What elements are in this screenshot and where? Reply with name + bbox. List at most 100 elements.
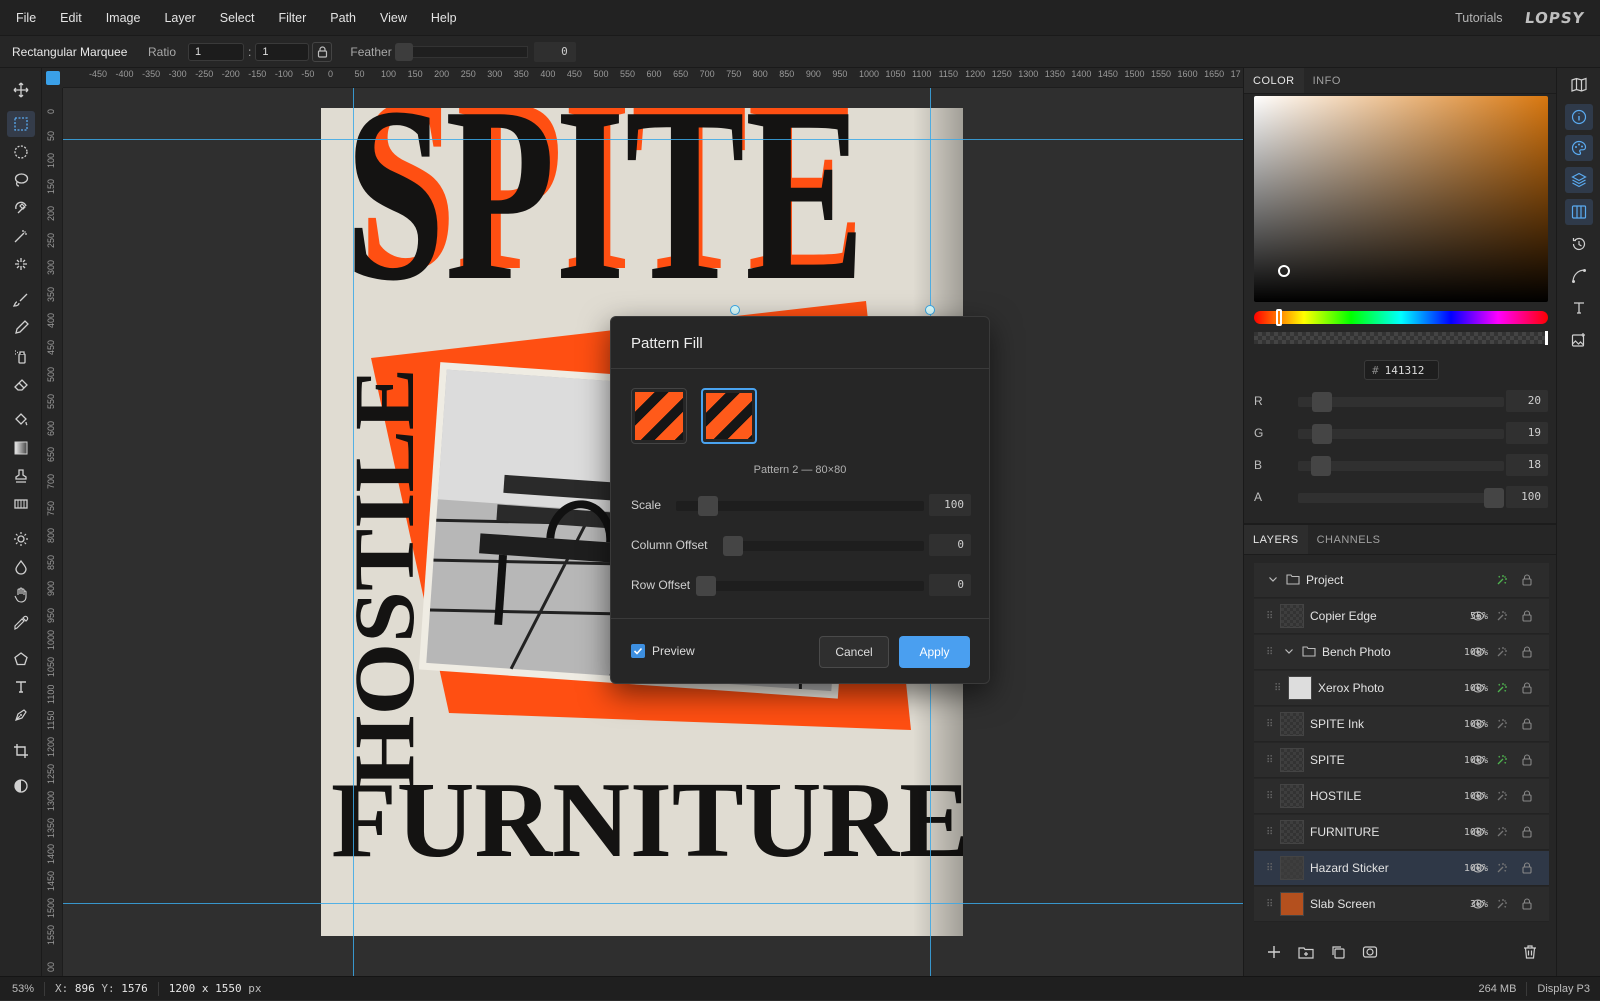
paint-brush-tool[interactable] xyxy=(7,287,35,313)
visibility-eye-icon[interactable] xyxy=(1471,609,1485,623)
effects-wand-icon[interactable] xyxy=(1495,753,1509,767)
visibility-eye-icon[interactable] xyxy=(1471,897,1485,911)
blur-tool[interactable] xyxy=(7,554,35,580)
layer-row[interactable]: ⠿ FURNITURE 100% xyxy=(1254,815,1549,850)
drag-handle-icon[interactable]: ⠿ xyxy=(1266,719,1276,730)
layer-row[interactable]: Project xyxy=(1254,563,1549,598)
layer-row[interactable]: ⠿ HOSTILE 100% xyxy=(1254,779,1549,814)
column-offset-slider-thumb[interactable] xyxy=(723,536,743,556)
layer-lock-icon[interactable] xyxy=(1520,717,1534,731)
row-offset-slider[interactable] xyxy=(696,576,924,596)
image-panel-button[interactable] xyxy=(1565,327,1593,353)
visibility-eye-icon[interactable] xyxy=(1471,645,1485,659)
tab-info[interactable]: INFO xyxy=(1304,68,1350,93)
menu-select[interactable]: Select xyxy=(212,11,263,25)
effects-wand-icon[interactable] xyxy=(1495,861,1509,875)
magnetic-lasso-tool[interactable] xyxy=(7,195,35,221)
guide-handle-left[interactable] xyxy=(730,305,740,315)
effects-wand-icon[interactable] xyxy=(1495,573,1509,587)
menu-edit[interactable]: Edit xyxy=(52,11,90,25)
layer-row[interactable]: ⠿ SPITE 100% xyxy=(1254,743,1549,778)
drag-handle-icon[interactable]: ⠿ xyxy=(1266,791,1276,802)
column-offset-value-input[interactable]: 0 xyxy=(929,534,971,556)
layer-lock-icon[interactable] xyxy=(1520,789,1534,803)
paint-bucket-tool[interactable] xyxy=(7,407,35,433)
effects-wand-icon[interactable] xyxy=(1495,789,1509,803)
visibility-eye-icon[interactable] xyxy=(1471,789,1485,803)
layer-row[interactable]: ⠿ Xerox Photo 100% xyxy=(1254,671,1549,706)
pencil-tool[interactable] xyxy=(7,315,35,341)
lasso-tool[interactable] xyxy=(7,167,35,193)
layer-lock-icon[interactable] xyxy=(1520,861,1534,875)
alpha-channel-slider[interactable] xyxy=(1298,488,1504,508)
alpha-slider-thumb[interactable] xyxy=(1545,331,1548,345)
pattern-stamp-tool[interactable] xyxy=(7,491,35,517)
effects-wand-icon[interactable] xyxy=(1495,897,1509,911)
vertical-ruler[interactable]: 0 50 100 150 200 250 300 350 400 450 500 550 600 650 7… xyxy=(42,88,63,976)
hue-slider-thumb[interactable] xyxy=(1276,309,1282,326)
visibility-eye-icon[interactable] xyxy=(1471,717,1485,731)
layer-row[interactable]: ⠿ SPITE Ink 100% xyxy=(1254,707,1549,742)
smudge-tool[interactable] xyxy=(7,582,35,608)
blue-value-input[interactable]: 18 xyxy=(1506,454,1548,476)
color-picker-handle[interactable] xyxy=(1278,265,1290,277)
delete-layer-button[interactable] xyxy=(1522,944,1540,962)
blue-slider-thumb[interactable] xyxy=(1311,456,1331,476)
column-offset-slider[interactable] xyxy=(723,536,924,556)
layer-row[interactable]: ⠿Slab Screen30% xyxy=(1254,887,1549,922)
eyedropper-tool[interactable] xyxy=(7,610,35,636)
pattern-swatch-1[interactable] xyxy=(631,388,687,444)
menu-layer[interactable]: Layer xyxy=(156,11,203,25)
ratio-height-input[interactable]: 1 xyxy=(255,42,310,61)
scale-value-input[interactable]: 100 xyxy=(929,494,971,516)
spray-tool[interactable] xyxy=(7,343,35,369)
channels-panel-button[interactable] xyxy=(1565,199,1593,225)
stamp-tool[interactable] xyxy=(7,463,35,489)
tab-color[interactable]: COLOR xyxy=(1244,68,1304,93)
magic-wand-tool[interactable] xyxy=(7,223,35,249)
preview-checkbox[interactable] xyxy=(631,644,645,658)
apply-button[interactable]: Apply xyxy=(899,636,970,668)
move-tool[interactable] xyxy=(7,77,35,103)
layer-lock-icon[interactable] xyxy=(1520,753,1534,767)
text-tool[interactable] xyxy=(7,674,35,700)
layer-lock-icon[interactable] xyxy=(1520,573,1534,587)
menu-file[interactable]: File xyxy=(8,11,44,25)
menu-image[interactable]: Image xyxy=(98,11,149,25)
row-offset-slider-thumb[interactable] xyxy=(696,576,716,596)
rectangular-marquee-tool[interactable] xyxy=(7,111,35,137)
expand-chevron-icon[interactable] xyxy=(1268,573,1280,587)
row-offset-value-input[interactable]: 0 xyxy=(929,574,971,596)
effects-wand-icon[interactable] xyxy=(1495,717,1509,731)
green-value-input[interactable]: 19 xyxy=(1506,422,1548,444)
layer-lock-icon[interactable] xyxy=(1520,609,1534,623)
menu-path[interactable]: Path xyxy=(322,11,364,25)
polygon-tool[interactable] xyxy=(7,646,35,672)
tab-layers[interactable]: LAYERS xyxy=(1244,525,1308,554)
duplicate-layer-button[interactable] xyxy=(1330,944,1348,962)
add-mask-button[interactable] xyxy=(1362,944,1380,962)
color-swap-tool[interactable] xyxy=(7,773,35,799)
drag-handle-icon[interactable]: ⠿ xyxy=(1274,683,1284,694)
visibility-eye-icon[interactable] xyxy=(1471,681,1485,695)
cancel-button[interactable]: Cancel xyxy=(819,636,889,668)
green-slider[interactable] xyxy=(1298,424,1504,444)
red-value-input[interactable]: 20 xyxy=(1506,390,1548,412)
alpha-channel-slider-thumb[interactable] xyxy=(1484,488,1504,508)
tutorials-link[interactable]: Tutorials xyxy=(1455,11,1502,25)
visibility-eye-icon[interactable] xyxy=(1471,861,1485,875)
guide-vertical-left[interactable] xyxy=(353,88,354,976)
layers-panel-button[interactable] xyxy=(1565,167,1593,193)
layer-row[interactable]: ⠿ Bench Photo 100% xyxy=(1254,635,1549,670)
effects-wand-icon[interactable] xyxy=(1495,609,1509,623)
eraser-tool[interactable] xyxy=(7,371,35,397)
menu-view[interactable]: View xyxy=(372,11,415,25)
ratio-width-input[interactable]: 1 xyxy=(188,42,245,61)
visibility-eye-icon[interactable] xyxy=(1471,753,1485,767)
guide-horizontal-bottom[interactable] xyxy=(63,903,1243,904)
dodge-tool[interactable] xyxy=(7,526,35,552)
character-panel-button[interactable] xyxy=(1565,295,1593,321)
hue-slider[interactable] xyxy=(1254,309,1548,326)
menu-help[interactable]: Help xyxy=(423,11,465,25)
guide-handle-right[interactable] xyxy=(925,305,935,315)
